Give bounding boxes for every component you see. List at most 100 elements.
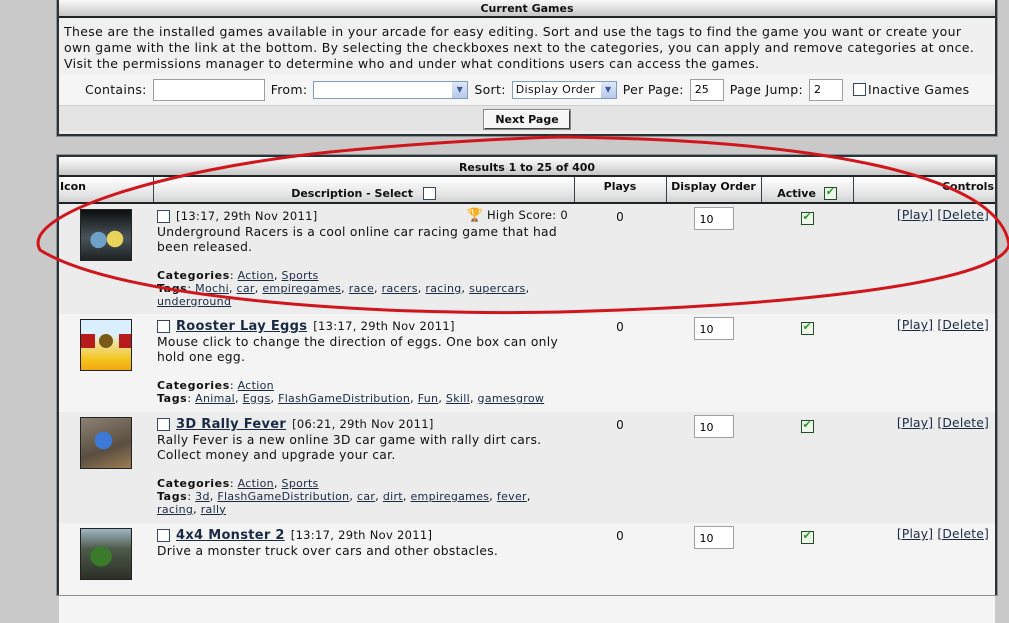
tag-link[interactable]: Fun [418, 392, 439, 405]
game-description: Rally Fever is a new online 3D car game … [157, 432, 542, 463]
inactive-games-toggle[interactable]: Inactive Games [852, 82, 970, 97]
tag-link[interactable]: rally [201, 503, 226, 516]
from-label: From: [270, 82, 308, 97]
delete-link[interactable]: [Delete] [937, 527, 989, 541]
active-checkbox[interactable] [800, 418, 814, 433]
sort-select[interactable]: Display Order ▼ [511, 80, 617, 99]
sort-select-value: Display Order [515, 83, 595, 96]
game-title-link[interactable]: 3D Rally Fever [176, 417, 286, 433]
play-link[interactable]: [Play] [897, 318, 933, 332]
tag-link[interactable]: gamesgrow [478, 392, 545, 405]
tag-link[interactable]: car [237, 282, 255, 295]
tag-link[interactable]: fever [497, 490, 527, 503]
page-jump-label: Page Jump: [729, 82, 803, 97]
game-categories: Categories: Action [157, 378, 274, 392]
game-plays: 0 [574, 314, 666, 412]
game-plays: 0 [574, 523, 666, 623]
game-plays: 0 [574, 412, 666, 523]
tag-link[interactable]: racing [157, 503, 193, 516]
active-checkbox[interactable] [800, 320, 814, 335]
table-header-row: Icon Description - Select Plays Display … [59, 177, 995, 204]
tag-link[interactable]: race [349, 282, 374, 295]
play-link[interactable]: [Play] [897, 416, 933, 430]
tag-link[interactable]: racing [425, 282, 461, 295]
game-thumbnail[interactable] [80, 209, 132, 261]
display-order-input[interactable] [693, 526, 734, 549]
intro-text: These are the installed games available … [59, 18, 995, 74]
game-select-checkbox[interactable] [157, 320, 170, 334]
game-title-link[interactable]: 4x4 Monster 2 [176, 528, 285, 544]
category-link[interactable]: Sports [282, 269, 319, 282]
game-select-checkbox[interactable] [157, 529, 170, 543]
activate-all-checkbox[interactable] [823, 185, 837, 200]
per-page-input[interactable] [689, 78, 724, 101]
current-games-title: Current Games [59, 0, 995, 18]
game-title-link[interactable]: Rooster Lay Eggs [176, 319, 307, 335]
tag-link[interactable]: empiregames [410, 490, 489, 503]
table-row: 3D Rally Fever [06:21, 29th Nov 2011] Ra… [59, 412, 995, 523]
display-order-input[interactable] [693, 415, 734, 438]
tag-link[interactable]: underground [157, 295, 231, 308]
results-panel: Results 1 to 25 of 400 Icon Description … [56, 154, 998, 623]
tag-link[interactable]: FlashGameDistribution [217, 490, 349, 503]
game-description: Mouse click to change the direction of e… [157, 334, 559, 365]
tag-link[interactable]: Eggs [243, 392, 271, 405]
contains-input[interactable] [152, 78, 265, 101]
game-thumbnail[interactable] [80, 417, 132, 469]
tag-link[interactable]: Mochi [195, 282, 229, 295]
delete-link[interactable]: [Delete] [937, 318, 989, 332]
sort-label: Sort: [474, 82, 506, 97]
table-row: 4x4 Monster 2 [13:17, 29th Nov 2011] Dri… [59, 523, 995, 623]
game-tags: Tags: Mochi, car, empiregames, race, rac… [157, 281, 530, 308]
delete-link[interactable]: [Delete] [937, 416, 989, 430]
game-description: Drive a monster truck over cars and othe… [157, 543, 499, 558]
game-plays: 0 [574, 203, 666, 314]
tag-link[interactable]: 3d [195, 490, 210, 503]
per-page-label: Per Page: [622, 82, 684, 97]
tag-link[interactable]: Skill [446, 392, 470, 405]
game-date: [06:21, 29th Nov 2011] [292, 417, 434, 431]
col-display-order: Display Order [666, 177, 762, 204]
results-title: Results 1 to 25 of 400 [59, 157, 995, 177]
tag-link[interactable]: racers [382, 282, 418, 295]
game-thumbnail[interactable] [80, 319, 132, 371]
table-row: Rooster Lay Eggs [13:17, 29th Nov 2011] … [59, 314, 995, 412]
col-controls: Controls [853, 177, 995, 204]
display-order-input[interactable] [693, 317, 734, 340]
active-checkbox[interactable] [800, 529, 814, 544]
game-date: [13:17, 29th Nov 2011] [290, 528, 433, 542]
tag-link[interactable]: Animal [195, 392, 235, 405]
page-jump-input[interactable] [808, 78, 843, 101]
category-link[interactable]: Action [238, 269, 274, 282]
game-tags: Tags: 3d, FlashGameDistribution, car, di… [157, 489, 531, 516]
col-plays: Plays [574, 177, 667, 204]
play-link[interactable]: [Play] [897, 208, 933, 222]
game-categories: Categories: Action, Sports [157, 476, 319, 490]
chevron-down-icon: ▼ [452, 81, 468, 98]
from-select[interactable]: ▼ [313, 80, 469, 99]
game-tags: Tags: Animal, Eggs, FlashGameDistributio… [157, 391, 545, 405]
active-checkbox[interactable] [800, 210, 814, 225]
display-order-input[interactable] [693, 207, 734, 230]
tag-link[interactable]: car [357, 490, 375, 503]
chevron-down-icon: ▼ [600, 81, 616, 98]
inactive-games-checkbox[interactable] [852, 83, 866, 96]
game-select-checkbox[interactable] [157, 210, 170, 224]
tag-link[interactable]: FlashGameDistribution [278, 392, 410, 405]
tag-link[interactable]: supercars [469, 282, 525, 295]
tag-link[interactable]: dirt [383, 490, 403, 503]
button-bar: Next Page [59, 105, 995, 131]
select-all-checkbox[interactable] [422, 187, 436, 200]
next-page-button[interactable]: Next Page [483, 109, 571, 130]
delete-link[interactable]: [Delete] [937, 208, 989, 222]
current-games-panel: Current Games These are the installed ga… [56, 0, 998, 137]
game-select-checkbox[interactable] [157, 418, 170, 432]
category-link[interactable]: Action [238, 477, 274, 490]
category-link[interactable]: Sports [282, 477, 319, 490]
tag-link[interactable]: empiregames [262, 282, 341, 295]
play-link[interactable]: [Play] [897, 527, 933, 541]
category-link[interactable]: Action [238, 379, 274, 392]
game-thumbnail[interactable] [80, 528, 132, 580]
high-score-label: High Score: 0 [486, 208, 568, 222]
col-active-label: Active [777, 186, 816, 200]
